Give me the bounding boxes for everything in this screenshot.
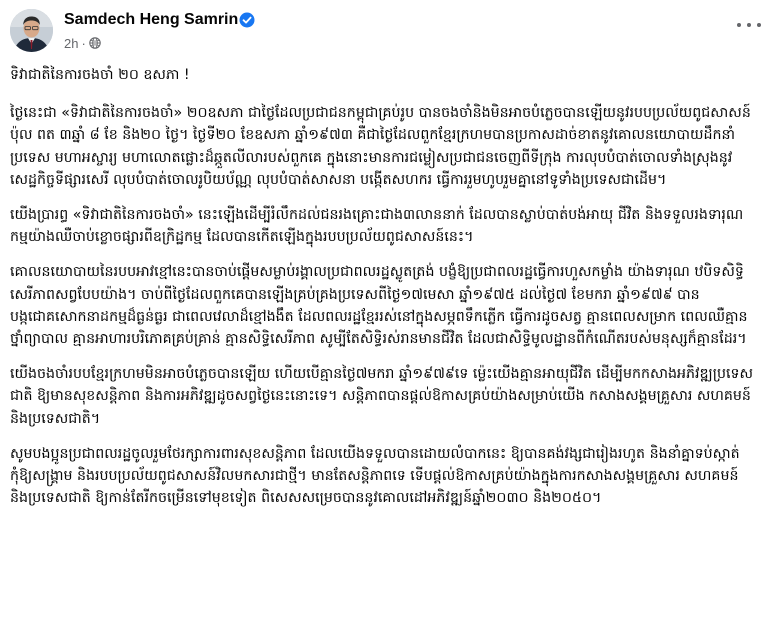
more-options-icon[interactable]: [737, 18, 761, 32]
post-paragraph: គោលនយោបាយនៃរបបអាវខ្មៅនេះបានចាប់ផ្តើមសម្ល…: [10, 264, 748, 348]
post-paragraph: សូមបងប្អូនប្រជាពលរដ្ឋចូលរួមថែរក្សាការពារ…: [10, 445, 740, 507]
post-heading: ទិវាជាតិនៃការចងចាំ ២០ ឧសភា !: [10, 67, 190, 83]
facebook-post: Samdech Heng Samrin 2h · ទិវាជាតិនៃការចងច…: [0, 0, 771, 634]
post-paragraph: យើងចងចាំរបបខ្មែរក្រហមមិនអាចបំភ្លេចបានឡើយ…: [10, 366, 754, 427]
meta-separator: ·: [81, 36, 86, 51]
post-body: ទិវាជាតិនៃការចងចាំ ២០ ឧសភា ! ថ្ងៃនេះជា «…: [10, 64, 758, 522]
more-dot: [757, 23, 761, 27]
post-paragraph: យើងប្រារព្ធ «ទិវាជាតិនៃការចងចាំ» នេះឡើងដ…: [10, 207, 744, 246]
author-name[interactable]: Samdech Heng Samrin: [64, 11, 238, 29]
post-meta: 2h ·: [64, 36, 101, 51]
post-header: Samdech Heng Samrin 2h ·: [0, 0, 771, 62]
more-dot: [747, 23, 751, 27]
post-paragraph: ថ្ងៃនេះជា «ទិវាជាតិនៃការចងចាំ» ២០ឧសភា ជា…: [10, 105, 751, 188]
globe-icon[interactable]: [89, 37, 101, 49]
author-avatar[interactable]: [10, 9, 53, 52]
verified-badge-icon: [239, 12, 255, 28]
post-timestamp[interactable]: 2h: [64, 36, 78, 51]
more-dot: [737, 23, 741, 27]
avatar-portrait-icon: [10, 9, 53, 52]
